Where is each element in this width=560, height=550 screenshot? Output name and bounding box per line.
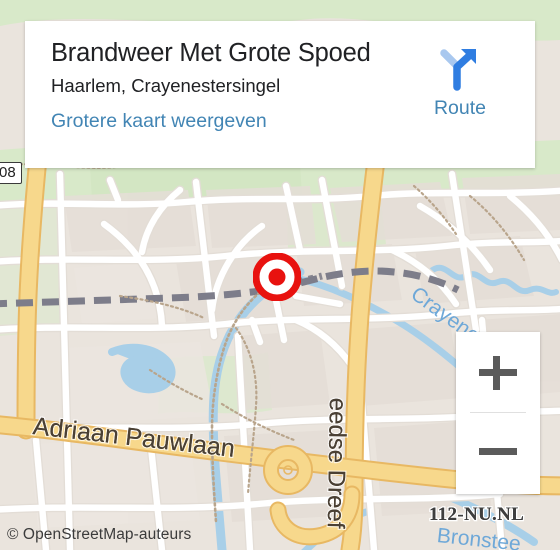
map-screenshot: .land { fill:#eae4dd; } .green { fill:#d… [0, 0, 560, 550]
route-button[interactable]: Route [414, 47, 506, 120]
zoom-in-button[interactable] [456, 332, 540, 412]
route-fork-arrow-icon [414, 47, 506, 96]
route-label: Route [433, 97, 487, 119]
minus-icon [479, 448, 517, 455]
place-info-card: Brandweer Met Grote Spoed Haarlem, Craye… [25, 21, 535, 168]
plus-icon-vertical-bar [492, 355, 500, 390]
zoom-out-button[interactable] [456, 412, 540, 492]
card-text-group: Brandweer Met Grote Spoed Haarlem, Craye… [51, 38, 441, 133]
view-larger-map-link[interactable]: Grotere kaart weergeven [51, 109, 441, 133]
target-location-marker-icon[interactable] [252, 252, 302, 302]
zoom-control [456, 332, 540, 494]
map-attribution[interactable]: © OpenStreetMap-auteurs [7, 526, 191, 544]
card-subtitle: Haarlem, Crayenestersingel [51, 75, 281, 96]
site-watermark: 112-NU.NL [428, 503, 525, 527]
road-shield-08: 08 [0, 162, 22, 184]
page-title: Brandweer Met Grote Spoed [51, 39, 371, 67]
